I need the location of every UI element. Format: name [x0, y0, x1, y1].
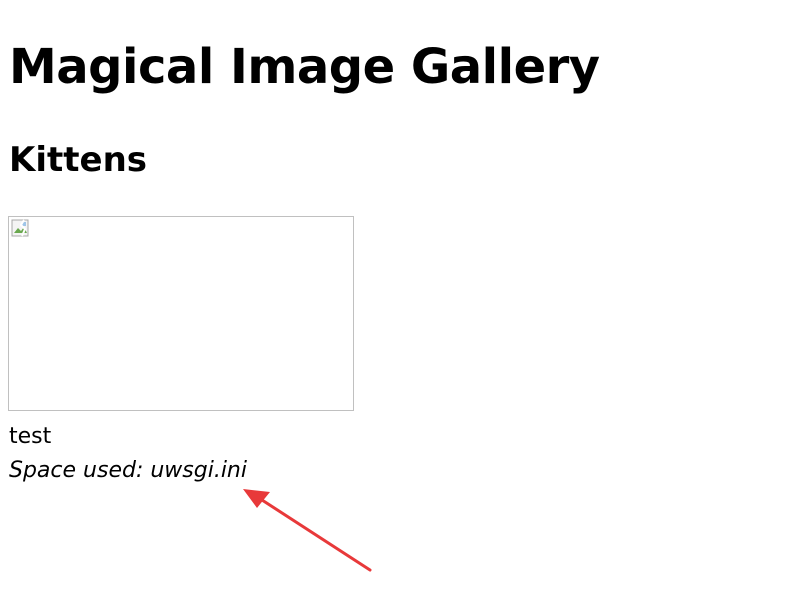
section-title: Kittens [9, 140, 148, 180]
broken-image-icon [11, 219, 29, 237]
arrow-head [243, 489, 270, 508]
gallery-image[interactable] [8, 216, 354, 411]
space-used-text: Space used: uwsgi.ini [9, 458, 247, 483]
page-title: Magical Image Gallery [9, 39, 600, 95]
arrow-shaft [260, 498, 372, 572]
image-caption: test [9, 424, 52, 449]
